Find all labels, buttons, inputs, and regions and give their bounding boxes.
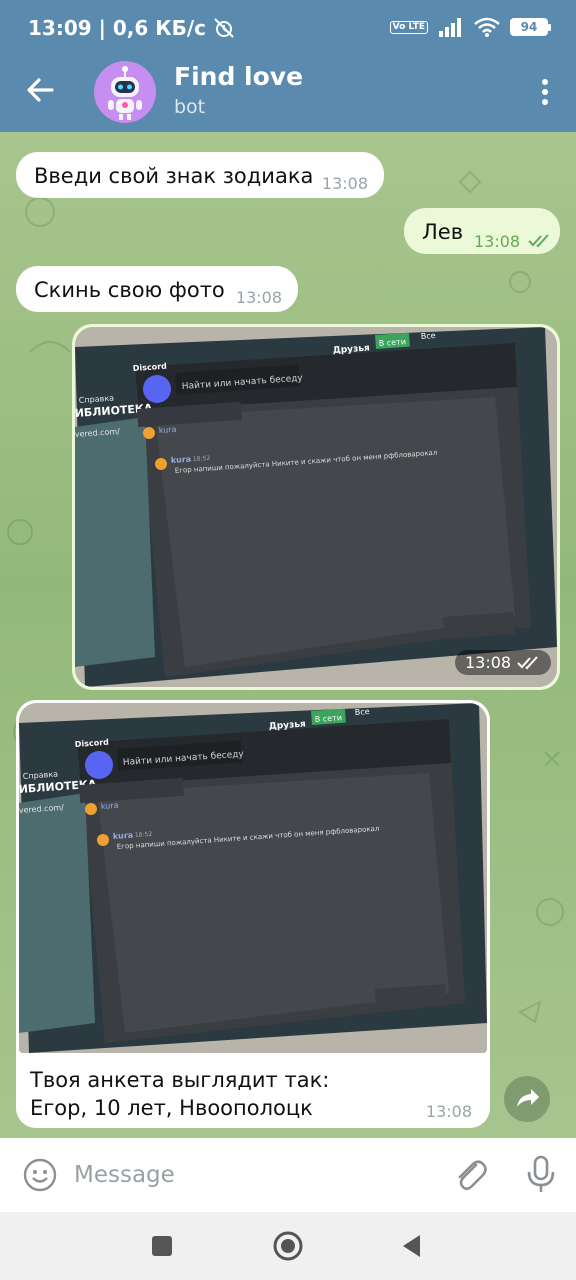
signal-icon xyxy=(439,18,461,37)
status-time: 13:09 | 0,6 КБ/с xyxy=(28,16,207,40)
message-time: 13:08 xyxy=(425,1102,472,1121)
photo-all: Все xyxy=(355,707,370,717)
status-bar: 13:09 | 0,6 КБ/с Vo LTE 94 xyxy=(0,0,576,58)
discord-photo: Найти или начать беседу Друзья В сети Вс… xyxy=(19,703,487,1053)
caption-line-2: Егор, 10 лет, Нвоополоцк xyxy=(30,1096,313,1120)
photo-msg-time: 18:52 xyxy=(193,455,211,463)
battery-icon: 94 xyxy=(510,18,551,36)
discord-photo: Найти или начать беседу Друзья В сети Вс… xyxy=(75,327,557,687)
photo-message-incoming[interactable]: Найти или начать беседу Друзья В сети Вс… xyxy=(16,700,490,1128)
photo-msg-user: kura xyxy=(113,831,134,841)
message-time: 13:08 xyxy=(235,288,282,307)
wifi-icon xyxy=(474,17,500,37)
photo-all: Все xyxy=(421,331,436,341)
caption-line-1: Твоя анкета выглядит так: xyxy=(30,1068,330,1092)
message-text: Лев xyxy=(422,220,464,244)
recent-apps-icon[interactable] xyxy=(146,1230,178,1262)
double-check-icon xyxy=(517,655,538,669)
message-incoming[interactable]: Скинь свою фото 13:08 xyxy=(16,266,298,312)
photo-screen[interactable]: Найти или начать беседу Друзья В сети Вс… xyxy=(19,703,487,1053)
chat-subtitle: bot xyxy=(174,96,206,118)
paperclip-icon[interactable] xyxy=(452,1156,488,1194)
chat-area[interactable]: Введи свой знак зодиака 13:08 Лев 13:08 … xyxy=(0,132,576,1138)
photo-message-outgoing[interactable]: Найти или начать беседу Друзья В сети Вс… xyxy=(72,324,560,690)
photo-user: kura xyxy=(101,801,119,811)
emoji-icon[interactable] xyxy=(22,1157,58,1193)
bot-avatar[interactable] xyxy=(94,61,156,123)
photo-msg-time: 18:52 xyxy=(135,831,153,839)
back-arrow-icon[interactable] xyxy=(22,72,58,108)
message-input[interactable] xyxy=(74,1158,434,1192)
home-icon[interactable] xyxy=(272,1230,304,1262)
back-icon[interactable] xyxy=(396,1230,428,1262)
robot-icon xyxy=(108,66,142,120)
forward-button[interactable] xyxy=(504,1076,550,1122)
message-time: 13:08 xyxy=(465,653,512,672)
forward-arrow-icon xyxy=(517,1089,539,1107)
photo-user: kura xyxy=(159,425,177,435)
message-incoming[interactable]: Введи свой знак зодиака 13:08 xyxy=(16,152,384,198)
photo-online: В сети xyxy=(315,713,343,724)
alarm-off-icon xyxy=(214,18,234,38)
chat-title[interactable]: Find love xyxy=(174,62,303,91)
message-input-bar xyxy=(0,1138,576,1212)
system-nav-bar xyxy=(0,1212,576,1280)
photo-screen[interactable]: Найти или начать беседу Друзья В сети Вс… xyxy=(75,327,557,687)
message-text: Скинь свою фото xyxy=(34,278,225,302)
photo-msg-user: kura xyxy=(171,455,192,465)
more-menu-icon[interactable] xyxy=(540,78,550,106)
microphone-icon[interactable] xyxy=(524,1154,558,1194)
app-header: 13:09 | 0,6 КБ/с Vo LTE 94 Find love bot xyxy=(0,0,576,132)
message-time: 13:08 xyxy=(474,232,521,251)
volte-icon: Vo LTE xyxy=(389,20,428,34)
message-text: Введи свой знак зодиака xyxy=(34,164,314,188)
photo-online: В сети xyxy=(379,337,407,348)
double-check-icon xyxy=(528,234,549,248)
photo-caption: Твоя анкета выглядит так: Егор, 10 лет, … xyxy=(30,1066,329,1122)
message-outgoing[interactable]: Лев 13:08 xyxy=(404,208,560,254)
photo-time: 13:08 xyxy=(455,650,552,675)
message-time: 13:08 xyxy=(321,174,368,193)
